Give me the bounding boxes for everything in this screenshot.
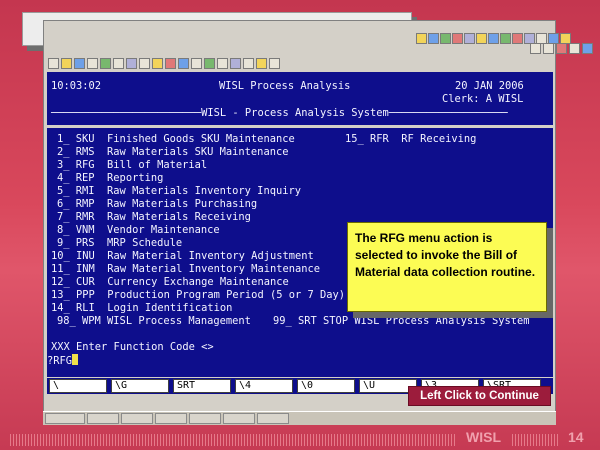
date-readout: 20 JAN 2006 xyxy=(455,80,524,92)
footer-decoration xyxy=(512,434,560,446)
menu-item[interactable]: 10_ INU Raw Material Inventory Adjustmen… xyxy=(51,250,314,263)
menu-item[interactable]: 1_ SKU Finished Goods SKU Maintenance xyxy=(57,133,295,146)
tool-icon[interactable] xyxy=(476,33,487,44)
tool-icon[interactable] xyxy=(217,58,228,69)
text-cursor xyxy=(72,354,79,365)
function-key[interactable]: SRT xyxy=(173,379,231,393)
help-icon[interactable] xyxy=(269,58,280,69)
menu-item[interactable]: 11_ INM Raw Material Inventory Maintenan… xyxy=(51,263,320,276)
app-name: WISL Process Analysis xyxy=(219,80,351,92)
tool-icon[interactable] xyxy=(152,58,163,69)
copy-icon[interactable] xyxy=(113,58,124,69)
tool-icon[interactable] xyxy=(569,43,580,54)
clock-readout: 10:03:02 xyxy=(51,80,102,92)
new-icon[interactable] xyxy=(48,58,59,69)
menu-item[interactable]: 9_ PRS MRP Schedule xyxy=(57,237,182,250)
menu-item[interactable]: 6_ RMP Raw Materials Purchasing xyxy=(57,198,257,211)
function-code-prompt: XXX Enter Function Code <> xyxy=(51,341,214,353)
tool-icon[interactable] xyxy=(416,33,427,44)
slide-footer: WISL 14 xyxy=(0,426,600,450)
taskbar-item[interactable] xyxy=(257,413,289,424)
tool-icon[interactable] xyxy=(428,33,439,44)
tool-icon[interactable] xyxy=(243,58,254,69)
footer-brand: WISL xyxy=(466,429,501,445)
taskbar-item[interactable] xyxy=(121,413,153,424)
menu-item[interactable]: 2_ RMS Raw Materials SKU Maintenance xyxy=(57,146,288,159)
taskbar-item[interactable] xyxy=(155,413,187,424)
save-icon[interactable] xyxy=(74,58,85,69)
app-toolbar-small xyxy=(530,43,593,54)
menu-item[interactable]: 5_ RMI Raw Materials Inventory Inquiry xyxy=(57,185,301,198)
tool-icon[interactable] xyxy=(582,43,593,54)
function-key[interactable]: \ xyxy=(49,379,107,393)
tool-icon[interactable] xyxy=(556,43,567,54)
page-number: 14 xyxy=(568,429,584,445)
tool-icon[interactable] xyxy=(256,58,267,69)
tool-icon[interactable] xyxy=(230,58,241,69)
tool-icon[interactable] xyxy=(530,43,541,54)
cut-icon[interactable] xyxy=(100,58,111,69)
tool-icon[interactable] xyxy=(500,33,511,44)
tool-icon[interactable] xyxy=(178,58,189,69)
taskbar xyxy=(43,411,556,425)
tool-icon[interactable] xyxy=(139,58,150,69)
menu-item[interactable]: 7_ RMR Raw Materials Receiving xyxy=(57,211,251,224)
function-code-input[interactable]: ?RFG xyxy=(47,354,79,368)
function-key[interactable]: \4 xyxy=(235,379,293,393)
menu-item[interactable]: 4_ REP Reporting xyxy=(57,172,163,185)
tool-icon[interactable] xyxy=(191,58,202,69)
tool-icon[interactable] xyxy=(452,33,463,44)
tool-icon[interactable] xyxy=(464,33,475,44)
function-key[interactable]: \G xyxy=(111,379,169,393)
menu-item-rfg[interactable]: 3_ RFG Bill of Material xyxy=(57,159,207,172)
start-button[interactable] xyxy=(45,413,85,424)
menu-item[interactable]: 8_ VNM Vendor Maintenance xyxy=(57,224,220,237)
tool-icon[interactable] xyxy=(165,58,176,69)
menu-item[interactable]: 12_ CUR Currency Exchange Maintenance xyxy=(51,276,289,289)
menu-item[interactable]: 15_ RFR RF Receiving xyxy=(345,133,476,146)
taskbar-item[interactable] xyxy=(87,413,119,424)
menu-item-98[interactable]: 98_ WPM WISL Process Management xyxy=(57,315,251,328)
function-key[interactable]: \0 xyxy=(297,379,355,393)
tutorial-callout: The RFG menu action is selected to invok… xyxy=(347,222,547,312)
terminal-divider xyxy=(47,125,553,128)
paste-icon[interactable] xyxy=(126,58,137,69)
menu-item[interactable]: 14_ RLI Login Identification xyxy=(51,302,232,315)
tool-icon[interactable] xyxy=(204,58,215,69)
tool-icon[interactable] xyxy=(543,43,554,54)
footer-decoration xyxy=(10,434,455,446)
tool-icon[interactable] xyxy=(440,33,451,44)
clerk-label: Clerk: A WISL xyxy=(442,93,524,105)
tool-icon[interactable] xyxy=(512,33,523,44)
taskbar-item[interactable] xyxy=(189,413,221,424)
print-icon[interactable] xyxy=(87,58,98,69)
tool-icon[interactable] xyxy=(488,33,499,44)
continue-button[interactable]: Left Click to Continue xyxy=(408,386,551,406)
app-toolbar xyxy=(48,58,280,72)
system-title-line: ────────────────────────WISL - Process A… xyxy=(51,107,508,119)
open-folder-icon[interactable] xyxy=(61,58,72,69)
menu-item[interactable]: 13_ PPP Production Program Period (5 or … xyxy=(51,289,345,302)
function-code-value: ?RFG xyxy=(47,355,73,367)
taskbar-item[interactable] xyxy=(223,413,255,424)
menu-item-99[interactable]: 99_ SRT STOP WISL Process Analysis Syste… xyxy=(273,315,529,328)
